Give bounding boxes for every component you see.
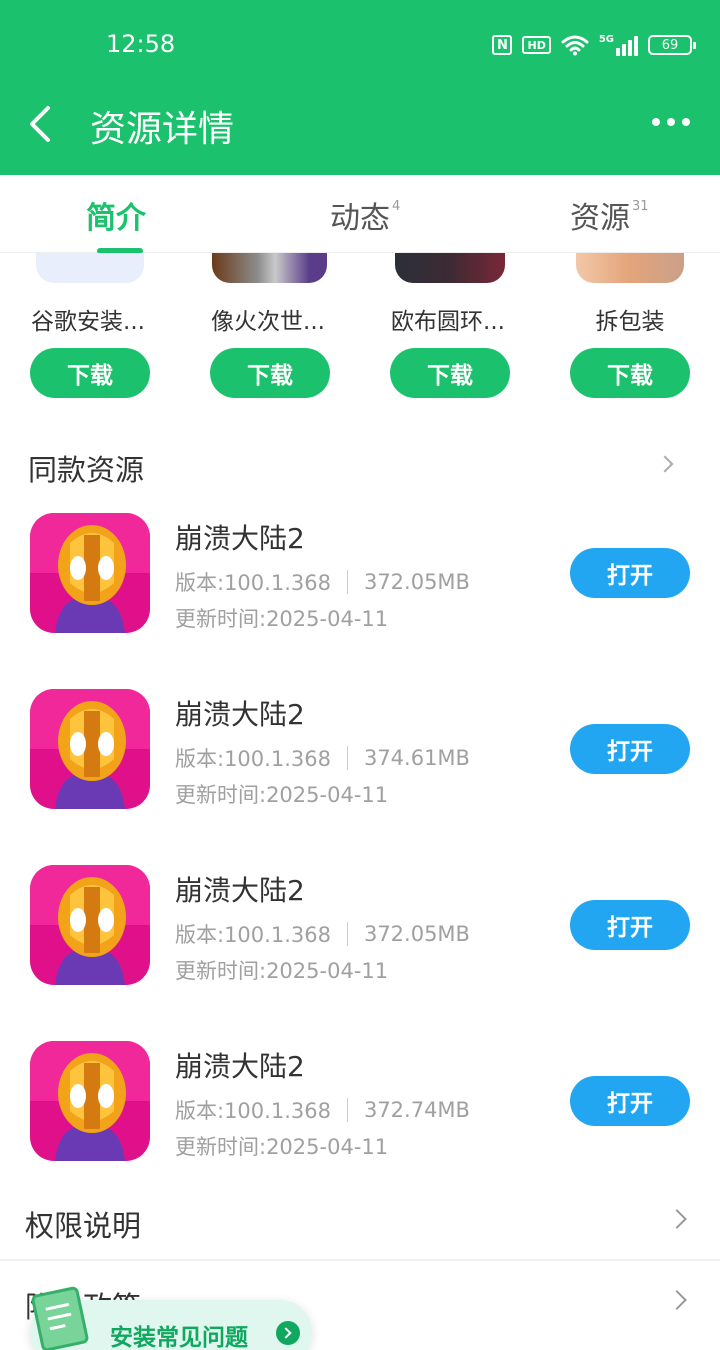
resource-size: 372.05MB xyxy=(363,922,470,946)
tab-bar: 简介 动态 4 资源 31 xyxy=(0,175,720,254)
tab-intro[interactable]: 简介 xyxy=(86,193,146,237)
same-resources-title: 同款资源 xyxy=(28,453,145,487)
tab-resources-label: 资源 xyxy=(570,201,630,236)
resource-updated: 更新时间:2025-04-11 xyxy=(175,1135,389,1159)
permissions-row[interactable]: 权限说明 xyxy=(25,1203,141,1245)
app-icon-unboxing[interactable] xyxy=(576,253,684,283)
wifi-icon xyxy=(561,35,589,56)
resource-version: 版本:100.1.368 xyxy=(175,1099,331,1123)
resource-meta: 版本:100.1.368 372.74MB xyxy=(175,1095,470,1125)
resource-name: 崩溃大陆2 xyxy=(175,1050,305,1083)
page-title: 资源详情 xyxy=(90,109,235,150)
resource-meta: 版本:100.1.368 372.05MB xyxy=(175,919,470,949)
tab-resources[interactable]: 资源 31 xyxy=(570,193,649,237)
install-faq-button[interactable]: 安装常见问题 xyxy=(30,1285,312,1350)
download-button[interactable]: 下载 xyxy=(390,348,510,398)
recommended-name: 拆包装 xyxy=(595,309,665,335)
divider xyxy=(0,1259,720,1261)
resource-version: 版本:100.1.368 xyxy=(175,747,331,771)
meta-divider xyxy=(346,746,348,770)
back-icon[interactable] xyxy=(24,104,64,144)
list-item[interactable]: 崩溃大陆2 版本:100.1.368 372.05MB 更新时间:2025-04… xyxy=(0,865,720,1015)
list-item[interactable]: 崩溃大陆2 版本:100.1.368 372.05MB 更新时间:2025-04… xyxy=(0,513,720,663)
recommended-name: 像火次世... xyxy=(211,309,325,335)
battery-icon: 69 xyxy=(648,35,696,55)
resource-name: 崩溃大陆2 xyxy=(175,698,305,731)
resource-version: 版本:100.1.368 xyxy=(175,571,331,595)
download-button[interactable]: 下载 xyxy=(30,348,150,398)
tab-activity-count: 4 xyxy=(392,199,401,214)
open-button[interactable]: 打开 xyxy=(570,1076,690,1126)
chevron-right-icon[interactable] xyxy=(656,455,674,473)
app-icon-crashlands2 xyxy=(30,689,150,809)
recommended-name: 谷歌安装... xyxy=(31,309,145,335)
network-type: 5G xyxy=(598,34,614,45)
more-dots-icon[interactable] xyxy=(652,118,690,126)
status-icons: N HD 5G 69 xyxy=(492,34,696,56)
arrow-right-circle-icon xyxy=(276,1321,300,1345)
meta-divider xyxy=(346,922,348,946)
app-icon-crashlands2 xyxy=(30,513,150,633)
resource-size: 372.05MB xyxy=(363,570,470,594)
resource-meta: 版本:100.1.368 372.05MB xyxy=(175,567,470,597)
app-icon-crashlands2 xyxy=(30,865,150,985)
open-button[interactable]: 打开 xyxy=(570,724,690,774)
tab-intro-label: 简介 xyxy=(86,201,146,236)
list-item[interactable]: 崩溃大陆2 版本:100.1.368 372.74MB 更新时间:2025-04… xyxy=(0,1041,720,1191)
hd-icon: HD xyxy=(522,36,551,54)
chevron-right-icon[interactable] xyxy=(667,1209,687,1229)
app-icon-game-2[interactable] xyxy=(212,253,327,283)
install-faq-label: 安装常见问题 xyxy=(110,1325,248,1350)
list-item[interactable]: 崩溃大陆2 版本:100.1.368 374.61MB 更新时间:2025-04… xyxy=(0,689,720,839)
app-header: 12:58 N HD 5G 69 资源详情 xyxy=(0,0,720,175)
open-button[interactable]: 打开 xyxy=(570,548,690,598)
resource-updated: 更新时间:2025-04-11 xyxy=(175,783,389,807)
cellular-signal-icon: 5G xyxy=(599,34,638,56)
recommended-name: 欧布圆环... xyxy=(391,309,505,335)
app-icon-game-3[interactable] xyxy=(395,253,505,283)
resource-updated: 更新时间:2025-04-11 xyxy=(175,959,389,983)
resource-size: 374.61MB xyxy=(363,746,470,770)
nfc-icon: N xyxy=(492,35,513,55)
meta-divider xyxy=(346,570,348,594)
download-button[interactable]: 下载 xyxy=(210,348,330,398)
tab-activity[interactable]: 动态 4 xyxy=(330,193,400,237)
tab-resources-count: 31 xyxy=(632,199,649,214)
resource-name: 崩溃大陆2 xyxy=(175,522,305,555)
tab-activity-label: 动态 xyxy=(330,201,390,236)
download-button[interactable]: 下载 xyxy=(570,348,690,398)
resource-updated: 更新时间:2025-04-11 xyxy=(175,607,389,631)
resource-version: 版本:100.1.368 xyxy=(175,923,331,947)
resource-name: 崩溃大陆2 xyxy=(175,874,305,907)
app-icon-crashlands2 xyxy=(30,1041,150,1161)
resource-meta: 版本:100.1.368 374.61MB xyxy=(175,743,470,773)
chevron-right-icon[interactable] xyxy=(667,1290,687,1310)
app-icon-google-installer[interactable] xyxy=(36,253,144,283)
resource-size: 372.74MB xyxy=(363,1098,470,1122)
meta-divider xyxy=(346,1098,348,1122)
open-button[interactable]: 打开 xyxy=(570,900,690,950)
status-time: 12:58 xyxy=(106,30,176,58)
